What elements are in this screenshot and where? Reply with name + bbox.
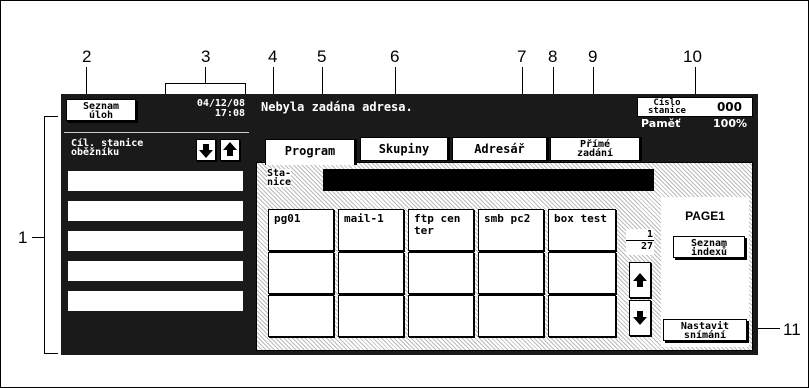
arrow-down-icon	[633, 311, 647, 325]
callout-9: 9	[588, 47, 598, 66]
leader-1b	[44, 116, 58, 117]
callout-1: 1	[18, 228, 28, 247]
arrow-up-icon	[223, 142, 237, 156]
station-number-value: 000	[716, 100, 742, 114]
callout-11: 11	[783, 320, 801, 339]
program-smb-pc2-button[interactable]: smb pc2	[478, 209, 544, 251]
callout-5: 5	[317, 47, 327, 66]
program-empty-button[interactable]	[548, 252, 616, 294]
station-number-box: Číslo stanice 000	[637, 97, 753, 117]
leader-10	[695, 67, 696, 97]
callout-3: 3	[201, 47, 211, 66]
program-empty-button[interactable]	[478, 295, 544, 337]
broadcast-label-2: oběžníku	[71, 147, 120, 158]
broadcast-scroll-up-button[interactable]	[220, 139, 240, 161]
job-list-label-2: úloh	[88, 110, 114, 121]
program-empty-button[interactable]	[338, 295, 404, 337]
station-number-label: Číslo stanice	[648, 99, 686, 116]
destination-slot-3[interactable]	[68, 231, 243, 251]
memory-label: Paměť	[641, 117, 681, 130]
broadcast-scroll-down-button[interactable]	[196, 139, 216, 161]
callout-2: 2	[82, 47, 92, 66]
page-label: PAGE1	[685, 209, 725, 223]
scan-settings-label-2: snímání	[683, 330, 727, 341]
destination-slot-5[interactable]	[68, 291, 243, 311]
callout-4: 4	[268, 47, 278, 66]
tab-direct-entry[interactable]: Přímé zadání	[550, 137, 640, 161]
leader-3d	[205, 67, 206, 83]
tab-program[interactable]: Program	[265, 139, 355, 165]
tab-direct-entry-label-2: zadání	[576, 148, 614, 159]
program-empty-button[interactable]	[548, 295, 616, 337]
program-empty-button[interactable]	[268, 252, 334, 294]
program-empty-button[interactable]	[408, 252, 474, 294]
program-empty-button[interactable]	[338, 252, 404, 294]
destination-slot-1[interactable]	[68, 171, 243, 191]
station-field-label-2: nice	[267, 177, 292, 188]
index-list-button[interactable]: Seznam indexů	[673, 236, 745, 258]
leader-1d	[32, 237, 44, 238]
arrow-down-icon	[199, 144, 213, 158]
leader-4	[273, 67, 274, 97]
callout-7: 7	[517, 47, 527, 66]
tab-groups[interactable]: Skupiny	[360, 137, 448, 161]
memory-indicator: Paměť 100%	[637, 117, 753, 131]
callout-8: 8	[548, 47, 558, 66]
program-empty-button[interactable]	[408, 295, 474, 337]
leader-1a	[44, 116, 45, 354]
leader-1c	[44, 353, 58, 354]
memory-value: 100%	[713, 117, 747, 130]
station-field-label: Sta- nice	[267, 169, 292, 188]
program-empty-button[interactable]	[268, 295, 334, 337]
page-up-button[interactable]	[629, 262, 651, 298]
program-panel: Sta- nice pg01 mail-1 ftp cen ter smb pc…	[256, 162, 753, 351]
page-down-button[interactable]	[629, 300, 651, 336]
status-message: Nebyla zadána adresa.	[261, 100, 413, 114]
destination-slot-2[interactable]	[68, 201, 243, 221]
broadcast-label: Cíl. stanice oběžníku	[71, 139, 143, 158]
callout-6: 6	[390, 47, 400, 66]
leader-3b	[165, 83, 245, 84]
program-ftp-center-label-2: ter	[414, 224, 434, 237]
station-field[interactable]	[323, 169, 654, 191]
leader-2	[86, 67, 87, 97]
destination-slot-4[interactable]	[68, 261, 243, 281]
tab-address-book[interactable]: Adresář	[452, 137, 547, 161]
program-mail-1-button[interactable]: mail-1	[338, 209, 404, 251]
station-number-label-2: stanice	[648, 106, 686, 116]
time: 17:08	[214, 108, 245, 119]
program-box-test-button[interactable]: box test	[548, 209, 616, 251]
page-current: 1	[626, 229, 654, 241]
program-empty-button[interactable]	[478, 252, 544, 294]
arrow-up-icon	[633, 273, 647, 287]
scan-settings-button[interactable]: Nastavit snímání	[663, 319, 747, 341]
page-total: 27	[640, 241, 653, 252]
index-list-label-2: indexů	[690, 247, 728, 258]
program-pg01-button[interactable]: pg01	[268, 209, 334, 251]
callout-10: 10	[683, 47, 702, 66]
date-time: 04/12/08 17:08	[145, 99, 245, 121]
program-ftp-center-button[interactable]: ftp cen ter	[408, 209, 474, 251]
job-list-button[interactable]: Seznam úloh	[66, 99, 136, 121]
page-counter: 1 27	[626, 229, 654, 255]
